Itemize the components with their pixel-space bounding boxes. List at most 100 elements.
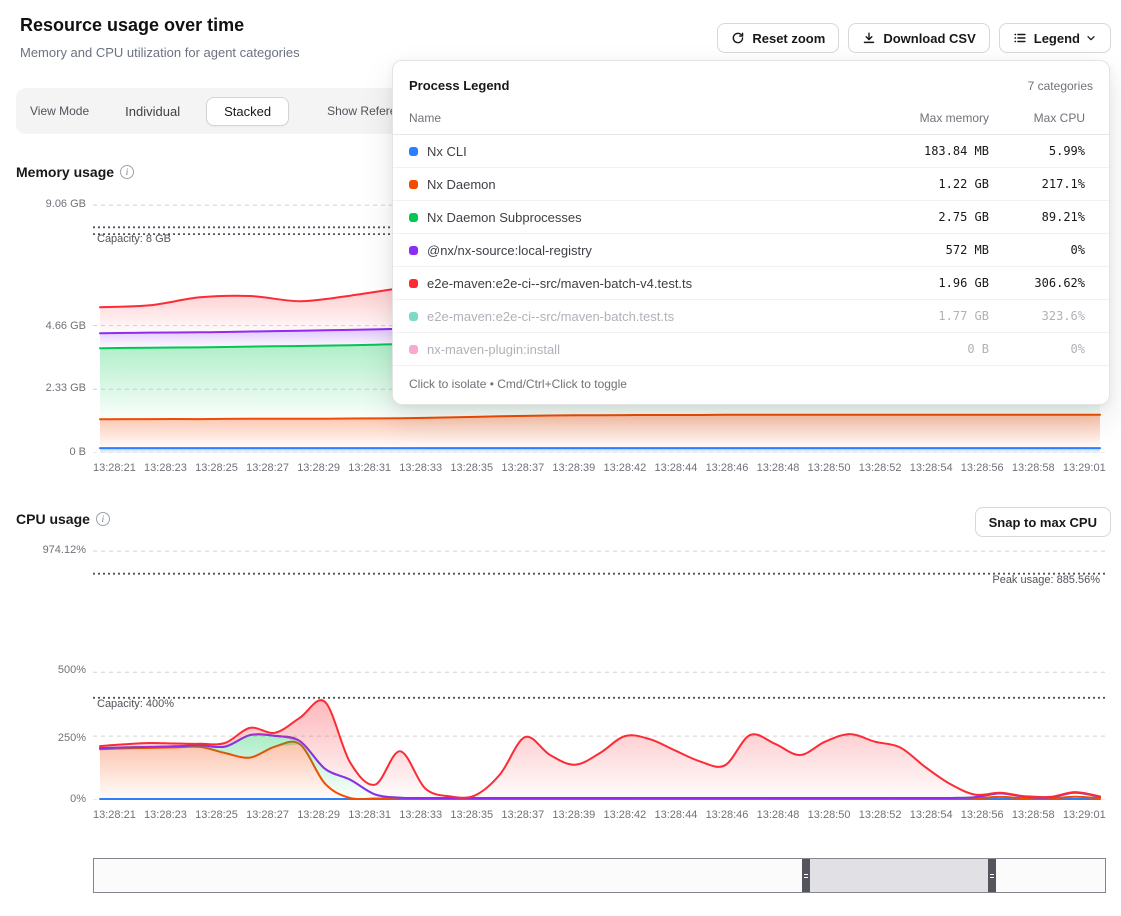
x-tick-label: 13:28:54	[910, 809, 953, 821]
x-tick-label: 13:29:01	[1063, 462, 1106, 474]
view-mode-individual[interactable]: Individual	[125, 104, 180, 119]
memory-y-tick: 2.33 GB	[6, 382, 86, 394]
legend-row[interactable]: e2e-maven:e2e-ci--src/maven-batch.test.t…	[393, 300, 1109, 333]
series-max-memory: 572 MB	[839, 243, 989, 257]
legend-panel-footer: Click to isolate • Cmd/Ctrl+Click to tog…	[393, 366, 1109, 404]
x-tick-label: 13:28:46	[706, 809, 749, 821]
series-color-dot	[409, 279, 418, 288]
time-range-brush[interactable]	[93, 858, 1106, 893]
legend-dropdown-button[interactable]: Legend	[999, 23, 1111, 53]
x-tick-label: 13:28:37	[501, 809, 544, 821]
brush-handle-right[interactable]	[988, 859, 996, 892]
series-color-dot	[409, 312, 418, 321]
series-max-cpu: 323.6%	[989, 309, 1085, 323]
series-name: e2e-maven:e2e-ci--src/maven-batch-v4.tes…	[427, 276, 839, 291]
x-tick-label: 13:28:27	[246, 809, 289, 821]
column-max-memory: Max memory	[839, 111, 989, 125]
series-max-memory: 1.22 GB	[839, 177, 989, 191]
x-tick-label: 13:28:50	[808, 809, 851, 821]
cpu-y-tick: 974.12%	[6, 544, 86, 556]
column-name: Name	[409, 111, 839, 125]
series-max-memory: 2.75 GB	[839, 210, 989, 224]
x-tick-label: 13:28:37	[501, 462, 544, 474]
memory-title-text: Memory usage	[16, 164, 114, 180]
series-max-memory: 183.84 MB	[839, 144, 989, 158]
download-csv-label: Download CSV	[883, 31, 975, 46]
cpu-chart[interactable]	[93, 545, 1106, 800]
memory-y-tick: 0 B	[6, 446, 86, 458]
series-max-cpu: 217.1%	[989, 177, 1085, 191]
process-legend-panel: Process Legend 7 categories Name Max mem…	[392, 60, 1110, 405]
x-tick-label: 13:28:25	[195, 462, 238, 474]
resource-usage-dashboard: Resource usage over time Memory and CPU …	[0, 0, 1121, 916]
series-name: @nx/nx-source:local-registry	[427, 243, 839, 258]
legend-row[interactable]: Nx CLI183.84 MB5.99%	[393, 135, 1109, 168]
memory-y-tick: 9.06 GB	[6, 198, 86, 210]
snap-to-max-cpu-button[interactable]: Snap to max CPU	[975, 507, 1111, 537]
legend-button-label: Legend	[1034, 31, 1080, 46]
legend-row[interactable]: e2e-maven:e2e-ci--src/maven-batch-v4.tes…	[393, 267, 1109, 300]
legend-table-header: Name Max memory Max CPU	[393, 104, 1109, 135]
memory-y-tick: 4.66 GB	[6, 320, 86, 332]
series-color-dot	[409, 213, 418, 222]
reset-zoom-button[interactable]: Reset zoom	[717, 23, 839, 53]
cpu-peak-label: Peak usage: 885.56%	[992, 574, 1100, 586]
legend-row[interactable]: Nx Daemon1.22 GB217.1%	[393, 168, 1109, 201]
x-tick-label: 13:28:44	[655, 462, 698, 474]
series-max-cpu: 0%	[989, 243, 1085, 257]
cpu-y-tick: 500%	[6, 664, 86, 676]
series-color-dot	[409, 246, 418, 255]
cpu-capacity-label: Capacity: 400%	[97, 698, 174, 710]
x-tick-label: 13:28:29	[297, 809, 340, 821]
chevron-down-icon	[1085, 32, 1097, 44]
legend-row[interactable]: Nx Daemon Subprocesses2.75 GB89.21%	[393, 201, 1109, 234]
legend-row[interactable]: @nx/nx-source:local-registry572 MB0%	[393, 234, 1109, 267]
legend-category-count: 7 categories	[1028, 79, 1093, 93]
x-tick-label: 13:28:23	[144, 809, 187, 821]
series-max-cpu: 306.62%	[989, 276, 1085, 290]
x-tick-label: 13:28:48	[757, 809, 800, 821]
x-tick-label: 13:28:52	[859, 462, 902, 474]
x-tick-label: 13:28:23	[144, 462, 187, 474]
reset-zoom-label: Reset zoom	[752, 31, 825, 46]
series-name: e2e-maven:e2e-ci--src/maven-batch.test.t…	[427, 309, 839, 324]
x-tick-label: 13:28:39	[552, 462, 595, 474]
series-max-memory: 1.96 GB	[839, 276, 989, 290]
legend-row[interactable]: nx-maven-plugin:install0 B0%	[393, 333, 1109, 366]
series-max-cpu: 0%	[989, 342, 1085, 356]
view-mode-label: View Mode	[30, 104, 89, 118]
download-csv-button[interactable]: Download CSV	[848, 23, 989, 53]
x-tick-label: 13:28:56	[961, 462, 1004, 474]
x-tick-label: 13:28:58	[1012, 462, 1055, 474]
x-tick-label: 13:28:35	[450, 809, 493, 821]
cpu-y-tick: 0%	[6, 793, 86, 805]
x-tick-label: 13:28:42	[603, 809, 646, 821]
series-name: Nx Daemon Subprocesses	[427, 210, 839, 225]
x-tick-label: 13:28:33	[399, 462, 442, 474]
x-tick-label: 13:29:01	[1063, 809, 1106, 821]
memory-section-title: Memory usage i	[16, 164, 134, 180]
cpu-title-text: CPU usage	[16, 511, 90, 527]
brush-selection[interactable]	[810, 859, 988, 892]
page-subtitle: Memory and CPU utilization for agent cat…	[20, 45, 300, 60]
refresh-icon	[731, 31, 745, 45]
series-max-cpu: 89.21%	[989, 210, 1085, 224]
x-tick-label: 13:28:56	[961, 809, 1004, 821]
view-mode-stacked[interactable]: Stacked	[206, 97, 289, 126]
info-icon[interactable]: i	[120, 165, 134, 179]
legend-panel-title: Process Legend	[409, 78, 509, 93]
series-color-dot	[409, 147, 418, 156]
series-max-memory: 0 B	[839, 342, 989, 356]
x-tick-label: 13:28:21	[93, 462, 136, 474]
brush-handle-left[interactable]	[802, 859, 810, 892]
x-tick-label: 13:28:31	[348, 809, 391, 821]
x-tick-label: 13:28:50	[808, 462, 851, 474]
header-actions: Reset zoom Download CSV Legend	[717, 23, 1111, 53]
x-tick-label: 13:28:42	[603, 462, 646, 474]
series-name: nx-maven-plugin:install	[427, 342, 839, 357]
x-tick-label: 13:28:35	[450, 462, 493, 474]
series-max-memory: 1.77 GB	[839, 309, 989, 323]
list-icon	[1013, 31, 1027, 45]
x-tick-label: 13:28:29	[297, 462, 340, 474]
info-icon[interactable]: i	[96, 512, 110, 526]
